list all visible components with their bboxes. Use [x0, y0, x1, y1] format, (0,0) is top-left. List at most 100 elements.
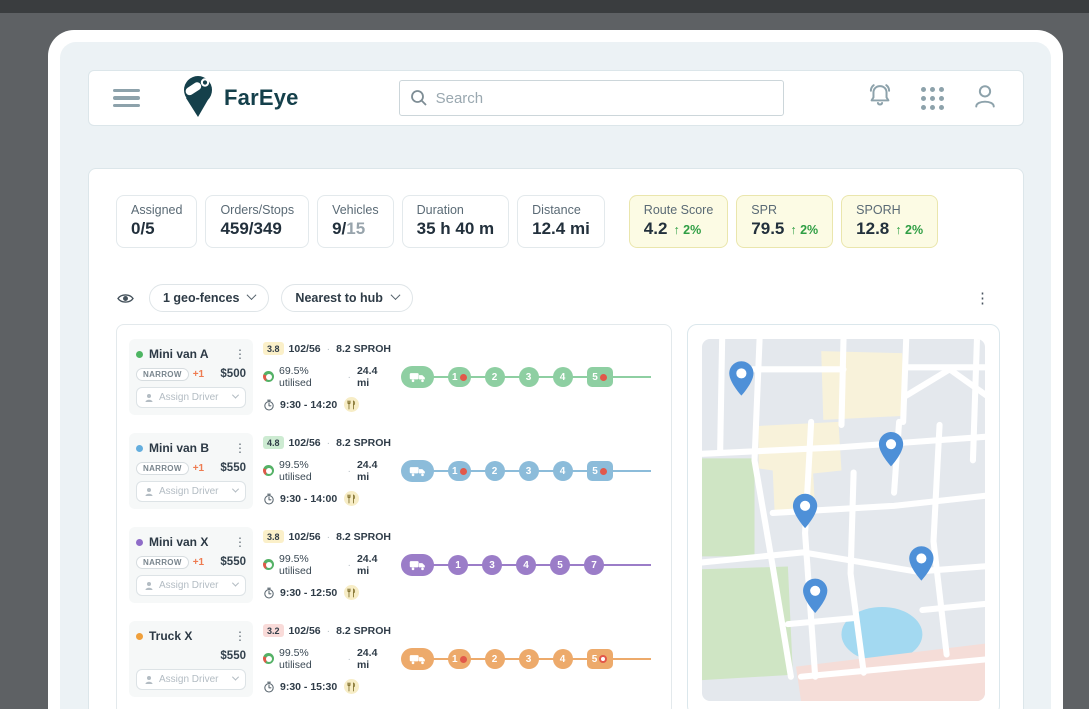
map-canvas[interactable]	[688, 335, 999, 701]
delta-up-badge: ↑ 2%	[895, 223, 924, 237]
driver-icon	[145, 393, 153, 402]
vehicle-price: $550	[220, 556, 246, 568]
delta-up-badge: ↑ 2%	[673, 223, 702, 237]
vehicle-price: $550	[220, 650, 246, 662]
stat-route-score: Route Score 4.2 ↑ 2%	[628, 195, 729, 248]
assign-driver-select[interactable]: Assign Driver	[136, 387, 246, 408]
chevron-down-icon	[390, 290, 401, 301]
vehicle-kebab-icon[interactable]: ⋮	[234, 535, 246, 549]
fareye-logo: FarEye	[178, 74, 299, 123]
chevron-down-icon	[231, 673, 240, 681]
clock-icon	[264, 493, 274, 505]
assign-driver-select[interactable]: Assign Driver	[136, 669, 246, 690]
assign-driver-select[interactable]: Assign Driver	[136, 481, 246, 502]
route-stop[interactable]: 1	[448, 555, 468, 575]
stat-orders-stops: Orders/Stops 459/349	[205, 195, 310, 248]
vehicle-tag-more[interactable]: +1	[193, 369, 204, 380]
route-stop[interactable]: 5	[586, 367, 613, 387]
vehicle-tag-more[interactable]: +1	[193, 557, 204, 568]
orders-count: 102/56	[288, 624, 321, 637]
stats-row: Assigned 0/5 Orders/Stops 459/349 Vehicl…	[116, 195, 1000, 248]
assign-driver-select[interactable]: Assign Driver	[136, 575, 246, 596]
vehicle-summary-block[interactable]: Mini van X ⋮ NARROW +1 $550 Assign Drive…	[129, 527, 253, 603]
clock-icon	[264, 399, 274, 411]
route-stop[interactable]: 1	[448, 461, 471, 481]
route-distance: 24.4 mi	[356, 646, 378, 671]
vehicle-status-dot	[136, 632, 143, 640]
search-input[interactable]	[398, 80, 784, 116]
stat-duration: Duration 35 h 40 m	[401, 195, 510, 248]
route-stop[interactable]: 4	[552, 649, 573, 669]
route-stop[interactable]: 5	[586, 649, 613, 669]
route-distance: 24.4 mi	[356, 552, 378, 577]
planning-dashboard-card: Assigned 0/5 Orders/Stops 459/349 Vehicl…	[88, 168, 1024, 709]
meal-break-icon	[344, 491, 360, 506]
user-profile-icon[interactable]	[971, 82, 999, 115]
more-options-kebab-icon[interactable]: ⋮	[975, 289, 990, 307]
route-stop[interactable]: 1	[448, 649, 471, 669]
chevron-down-icon	[231, 485, 240, 493]
fareye-pin-icon	[178, 74, 218, 123]
truck-icon[interactable]	[401, 460, 434, 482]
route-stop[interactable]: 5	[550, 555, 570, 575]
menu-icon[interactable]	[113, 89, 140, 107]
truck-icon[interactable]	[401, 554, 434, 576]
route-stop[interactable]: 2	[484, 367, 505, 387]
chevron-down-icon	[231, 579, 240, 587]
route-stop[interactable]: 4	[552, 367, 573, 387]
route-stop[interactable]: 3	[518, 461, 539, 481]
route-stop[interactable]: 3	[482, 555, 502, 575]
sporh-value: 8.2 SPROH	[336, 342, 391, 355]
route-stop[interactable]: 3	[518, 649, 539, 669]
chevron-down-icon	[246, 290, 257, 301]
route-distance: 24.4 mi	[356, 458, 378, 483]
driver-icon	[145, 675, 153, 684]
map-panel[interactable]	[687, 324, 1000, 709]
stop-alert-dot	[459, 373, 467, 381]
truck-icon[interactable]	[401, 648, 434, 670]
app-frame: FarEye Search Assigned 0/5 Orders/Stops …	[48, 30, 1063, 709]
vehicle-status-dot	[136, 350, 143, 358]
truck-icon[interactable]	[401, 366, 434, 388]
vehicle-kebab-icon[interactable]: ⋮	[234, 629, 246, 643]
route-stop[interactable]: 3	[518, 367, 539, 387]
orders-count: 102/56	[288, 342, 321, 355]
vehicle-tag: NARROW	[136, 555, 189, 569]
apps-grid-icon[interactable]	[921, 86, 944, 110]
meal-break-icon	[344, 679, 360, 694]
vehicle-price: $500	[220, 368, 246, 380]
clock-icon	[264, 587, 274, 599]
visibility-eye-icon[interactable]	[116, 291, 135, 306]
route-stop[interactable]: 4	[552, 461, 573, 481]
vehicle-kebab-icon[interactable]: ⋮	[234, 347, 246, 361]
route-stop[interactable]: 2	[484, 649, 505, 669]
utilisation-value: 99.5% utilised	[279, 552, 312, 577]
route-stop[interactable]: 4	[516, 555, 536, 575]
route-stops-timeline: 13457	[401, 527, 659, 603]
route-stop[interactable]: 7	[584, 555, 604, 575]
stat-distance: Distance 12.4 mi	[517, 195, 605, 248]
notifications-bell-icon[interactable]	[866, 82, 894, 115]
utilisation-donut-icon	[263, 653, 274, 664]
route-stops-timeline: 12345	[401, 339, 659, 415]
stop-alert-dot	[599, 373, 607, 381]
route-time-window: 9:30 - 12:50	[280, 586, 338, 599]
route-stop[interactable]: 5	[586, 461, 613, 481]
window-top-strip	[0, 0, 1089, 13]
route-score-badge: 4.8	[263, 436, 284, 449]
geofences-dropdown[interactable]: 1 geo-fences	[149, 284, 270, 312]
vehicle-tag-more[interactable]: +1	[193, 463, 204, 474]
sort-dropdown[interactable]: Nearest to hub	[281, 284, 413, 312]
vehicle-summary-block[interactable]: Mini van B ⋮ NARROW +1 $550 Assign Drive…	[129, 433, 253, 509]
vehicle-row: Truck X ⋮ $550 Assign Driver 3.2 102/56	[129, 621, 659, 697]
meal-break-icon	[344, 397, 360, 412]
route-time-window: 9:30 - 14:00	[280, 492, 338, 505]
route-score-badge: 3.8	[263, 530, 284, 543]
vehicle-metrics-block: 3.2 102/56 8.2 SPROH 99.5% utilised 24.4…	[263, 621, 391, 697]
route-stop[interactable]: 1	[448, 367, 471, 387]
vehicle-kebab-icon[interactable]: ⋮	[234, 441, 246, 455]
vehicle-metrics-block: 3.8 102/56 8.2 SPROH 69.5% utilised 24.4…	[263, 339, 391, 415]
vehicle-summary-block[interactable]: Mini van A ⋮ NARROW +1 $500 Assign Drive…	[129, 339, 253, 415]
route-stop[interactable]: 2	[484, 461, 505, 481]
vehicle-summary-block[interactable]: Truck X ⋮ $550 Assign Driver	[129, 621, 253, 697]
